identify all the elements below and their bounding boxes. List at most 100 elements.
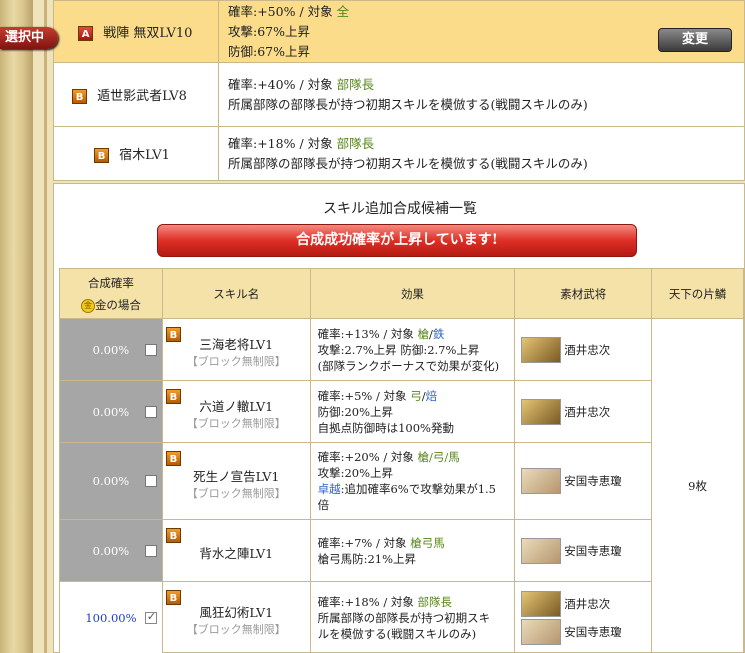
- current-skill-effect: 確率:+50% / 対象 全 攻撃:67%上昇 防御:67%上昇 変更: [218, 0, 745, 63]
- material-cell: 酒井忠次: [514, 318, 653, 381]
- current-skill-row-2[interactable]: B 遁世影武者LV8 確率:+40% / 対象 部隊長 所属部隊の部隊長が持つ初…: [53, 62, 745, 127]
- effect-text: 槍弓馬: [410, 535, 445, 550]
- current-skill-name: 戦陣 無双LV10: [103, 26, 193, 41]
- effect-line: 所属部隊の部隊長が持つ初期スキルを模倣する(戦闘スキルのみ): [228, 96, 588, 112]
- effect-text: 確率:+5% / 対象: [317, 388, 411, 403]
- selected-badge: 選択中: [0, 27, 58, 49]
- select-checkbox[interactable]: [144, 475, 157, 487]
- effect-text: 確率:+13% / 対象: [317, 326, 418, 341]
- effect-cell: 確率:+5% / 対象 弓/焙 防御:20%上昇 自拠点防御時は100%発動: [309, 380, 516, 443]
- effect-text: 確率:+7% / 対象: [317, 535, 411, 550]
- rank-b-icon: B: [94, 148, 109, 163]
- select-checkbox[interactable]: [144, 610, 157, 624]
- rank-b-icon: B: [165, 590, 181, 605]
- current-skill-row-1[interactable]: A 戦陣 無双LV10 確率:+50% / 対象 全 攻撃:67%上昇 防御:6…: [53, 0, 745, 63]
- select-checkbox[interactable]: [144, 544, 157, 557]
- material-general[interactable]: 酒井忠次: [521, 398, 645, 426]
- candidate-row[interactable]: 100.00% B 風狂幻術LV1 【ブロック無制限】 確率:+18% / 対象 部隊長…: [59, 581, 744, 653]
- prob-cell: 100.00%: [59, 581, 163, 653]
- material-cell: 安国寺恵瓊: [514, 442, 653, 520]
- candidate-row[interactable]: 0.00% B 六道ノ轍LV1 【ブロック無制限】 確率:+5% / 対象 弓/焙 防御:…: [59, 380, 744, 443]
- effect-line: 確率:+7% / 対象 槍弓馬: [318, 535, 508, 551]
- effect-cell: 確率:+13% / 対象 槍/鉄 攻撃:2.7%上昇 防御:2.7%上昇 (部隊ラン…: [309, 318, 516, 381]
- effect-line: 確率:+40% / 対象: [228, 76, 337, 92]
- material-general[interactable]: 酒井忠次: [521, 590, 645, 618]
- prob-value: 0.00%: [92, 342, 130, 357]
- header-material: 素材武将: [514, 268, 653, 319]
- effect-text: 確率:+20% / 対象: [317, 450, 418, 464]
- effect-line: (部隊ランクボーナスで効果が変化): [318, 358, 508, 374]
- rank-b-icon: B: [165, 528, 181, 543]
- skill-cell: B 風狂幻術LV1 【ブロック無制限】: [161, 581, 311, 653]
- effect-line: 倍: [318, 497, 508, 513]
- rank-a-icon: A: [78, 26, 94, 41]
- effect-text: 自拠点防御時は100%発動: [317, 420, 454, 435]
- change-button[interactable]: 変更: [658, 28, 732, 52]
- candidate-panel: スキル追加合成候補一覧 合成成功確率が上昇しています! 合成確率 金金の場合 ス…: [53, 183, 745, 653]
- general-name: 酒井忠次: [564, 404, 611, 419]
- effect-line: 自拠点防御時は100%発動: [318, 420, 508, 436]
- effect-target: 部隊長: [336, 135, 375, 151]
- effect-text: 確率:+18% / 対象: [317, 594, 418, 609]
- skill-name: 三海老将LV1: [199, 337, 274, 352]
- effect-text: ルを模倣する(戦闘スキルのみ): [317, 626, 477, 641]
- candidate-row[interactable]: 0.00% B 背水之陣LV1 確率:+7% / 対象 槍弓馬 槍弓馬防:21%上昇 安国…: [59, 519, 744, 582]
- effect-cell: 確率:+18% / 対象 部隊長 所属部隊の部隊長が持つ初期スキ ルを模倣する(戦闘…: [309, 581, 516, 653]
- candidate-row[interactable]: 0.00% B 三海老将LV1 【ブロック無制限】 確率:+13% / 対象 槍/鉄 攻撃…: [59, 318, 744, 653]
- effect-text: 槍: [417, 326, 430, 341]
- skill-block-note: 【ブロック無制限】: [186, 417, 286, 430]
- skill-name: 六道ノ轍LV1: [199, 399, 274, 414]
- rank-b-icon: B: [165, 327, 181, 342]
- skill-name: 死生ノ宣告LV1: [193, 468, 280, 484]
- current-skill-name: 宿木LV1: [119, 148, 170, 163]
- material-general[interactable]: 安国寺恵瓊: [521, 618, 645, 646]
- left-scroll-track: [0, 0, 33, 653]
- select-checkbox[interactable]: [144, 343, 157, 356]
- effect-line: 確率:+18% / 対象: [228, 135, 337, 151]
- material-cell: 酒井忠次 安国寺恵瓊: [514, 581, 653, 653]
- skill-cell: B 背水之陣LV1: [161, 519, 311, 582]
- panel-title: スキル追加合成候補一覧: [323, 201, 477, 217]
- material-general[interactable]: 安国寺恵瓊: [521, 467, 645, 495]
- effect-line: 卓越:追加確率6%で攻撃効果が1.5: [318, 481, 508, 497]
- current-skill-effect: 確率:+40% / 対象 部隊長 所属部隊の部隊長が持つ初期スキルを模倣する(戦…: [218, 62, 745, 127]
- general-portrait: [521, 398, 562, 425]
- material-general[interactable]: 酒井忠次: [521, 336, 645, 364]
- candidate-row[interactable]: 0.00% B 死生ノ宣告LV1 【ブロック無制限】 確率:+20% / 対象 槍/弓/…: [59, 442, 744, 520]
- general-name: 酒井忠次: [564, 342, 611, 357]
- header-skill: スキル名: [161, 268, 311, 319]
- skill-cell: B 六道ノ轍LV1 【ブロック無制限】: [161, 380, 311, 443]
- effect-cell: 確率:+7% / 対象 槍弓馬 槍弓馬防:21%上昇: [309, 519, 516, 582]
- general-portrait: [521, 618, 562, 645]
- effect-text: 部隊長: [417, 594, 453, 609]
- effect-text: 所属部隊の部隊長が持つ初期スキ: [317, 610, 491, 625]
- prob-cell: 0.00%: [59, 318, 163, 381]
- prob-value: 100.00%: [85, 610, 137, 625]
- current-skill-effect: 確率:+18% / 対象 部隊長 所属部隊の部隊長が持つ初期スキルを模倣する(戦…: [218, 126, 745, 181]
- effect-target: 全: [336, 3, 350, 19]
- effect-line: 所属部隊の部隊長が持つ初期スキルを模倣する(戦闘スキルのみ): [228, 155, 588, 171]
- current-skill-row-3[interactable]: B 宿木LV1 確率:+18% / 対象 部隊長 所属部隊の部隊長が持つ初期スキ…: [53, 126, 745, 181]
- effect-line: 所属部隊の部隊長が持つ初期スキ: [318, 610, 508, 626]
- pieces-cell: 9枚: [651, 318, 744, 653]
- material-general[interactable]: 安国寺恵瓊: [521, 537, 645, 565]
- candidate-table: 合成確率 金金の場合 スキル名 効果 素材武将 天下の片鱗 0.00% B 三海老将…: [59, 268, 744, 653]
- rank-b-icon: B: [165, 451, 181, 466]
- effect-line: ルを模倣する(戦闘スキルのみ): [318, 626, 508, 642]
- general-portrait: [521, 468, 562, 494]
- success-rate-banner: 合成成功確率が上昇しています!: [157, 224, 637, 257]
- general-name: 安国寺恵瓊: [564, 474, 622, 488]
- effect-text: 鉄: [432, 326, 445, 341]
- prob-value: 0.00%: [92, 404, 130, 419]
- effect-line: 槍弓馬防:21%上昇: [318, 551, 508, 567]
- effect-text: 卓越: [317, 482, 341, 496]
- effect-text: :追加確率6%で攻撃効果が1.5: [340, 482, 496, 496]
- prob-cell: 0.00%: [59, 442, 163, 520]
- material-cell: 安国寺恵瓊: [514, 519, 653, 582]
- effect-text: 攻撃:20%上昇: [317, 466, 394, 480]
- general-portrait: [521, 537, 562, 564]
- effect-cell: 確率:+20% / 対象 槍/弓/馬 攻撃:20%上昇 卓越:追加確率6%で攻撃効果…: [309, 442, 516, 520]
- effect-text: (部隊ランクボーナスで効果が変化): [317, 358, 500, 373]
- select-checkbox[interactable]: [144, 405, 157, 418]
- skill-name: 背水之陣LV1: [199, 546, 274, 561]
